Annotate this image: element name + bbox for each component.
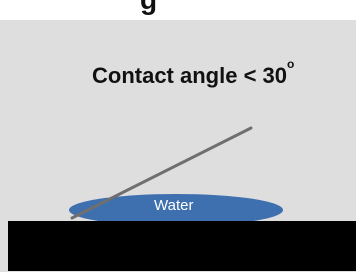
- water-label: Water: [154, 197, 194, 214]
- redaction-bar: [8, 221, 356, 271]
- slide-page: g Contact angle < 30o Water: [0, 0, 356, 272]
